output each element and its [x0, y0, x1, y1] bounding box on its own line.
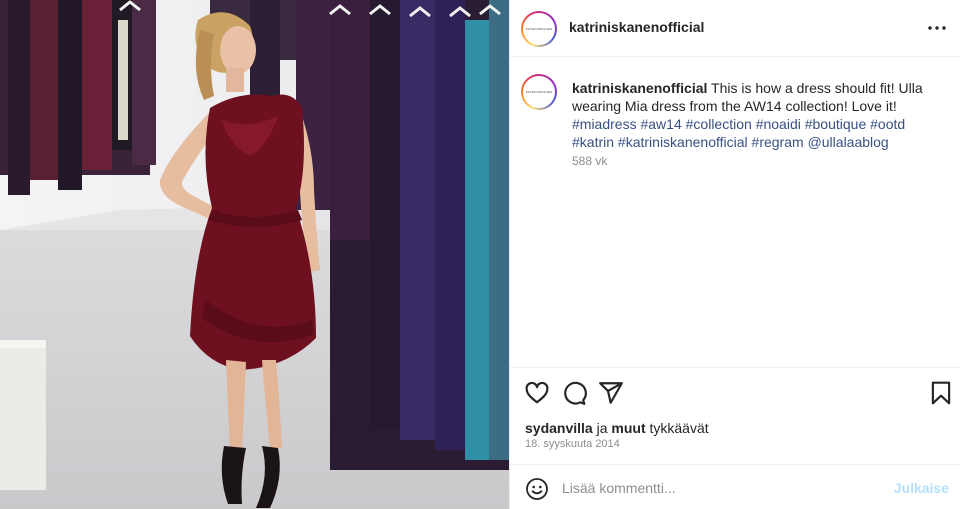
hashtag-link[interactable]: #katrin — [572, 134, 614, 150]
action-bar — [510, 367, 960, 415]
hashtag-link[interactable]: #regram — [752, 134, 804, 150]
avatar-logo-text: KATRINISKANEN — [525, 27, 553, 31]
hashtag-link[interactable]: #miadress — [572, 116, 637, 132]
mention-link[interactable]: @ullalaablog — [808, 134, 889, 150]
caption-username[interactable]: katriniskanenofficial — [572, 80, 707, 96]
hashtag-link[interactable]: #noaidi — [756, 116, 801, 132]
likes-suffix: tykkäävät — [649, 420, 709, 436]
comment-bar: Julkaise — [510, 464, 960, 509]
comment-input[interactable] — [562, 477, 882, 499]
likes-user[interactable]: sydanvilla — [525, 420, 593, 436]
caption-text: katriniskanenofficial This is how a dres… — [572, 79, 950, 151]
hashtag-link[interactable]: #aw14 — [640, 116, 681, 132]
heart-icon[interactable] — [524, 380, 550, 406]
hashtag-link[interactable]: #katriniskanenofficial — [618, 134, 748, 150]
hashtag-link[interactable]: #boutique — [805, 116, 867, 132]
more-options-icon — [928, 26, 946, 30]
likes-summary: sydanvilla ja muut tykkäävät — [525, 420, 709, 436]
share-icon[interactable] — [598, 380, 624, 406]
comment-icon[interactable] — [561, 380, 587, 406]
caption-avatar[interactable]: KATRINISKANEN — [521, 74, 557, 110]
post-photo[interactable] — [0, 0, 509, 509]
avatar-logo-text: KATRINISKANEN — [525, 90, 553, 94]
post-panel: KATRINISKANEN katriniskanenofficial KATR… — [509, 0, 960, 509]
post-header: KATRINISKANEN katriniskanenofficial — [510, 0, 960, 57]
avatar[interactable]: KATRINISKANEN — [521, 11, 557, 47]
header-username[interactable]: katriniskanenofficial — [569, 19, 704, 35]
emoji-icon[interactable] — [525, 477, 549, 501]
photo-illustration — [0, 0, 509, 509]
more-options-button[interactable] — [925, 16, 949, 40]
likes-others[interactable]: muut — [611, 420, 645, 436]
hashtag-link[interactable]: #ootd — [870, 116, 905, 132]
bookmark-icon[interactable] — [928, 380, 954, 406]
hashtag-link[interactable]: #collection — [686, 116, 752, 132]
caption-age[interactable]: 588 vk — [572, 154, 607, 168]
post-comment-button[interactable]: Julkaise — [894, 480, 949, 496]
likes-and: ja — [596, 420, 608, 436]
caption-area: KATRINISKANEN katriniskanenofficial This… — [510, 57, 960, 367]
post-date[interactable]: 18. syyskuuta 2014 — [525, 438, 620, 450]
